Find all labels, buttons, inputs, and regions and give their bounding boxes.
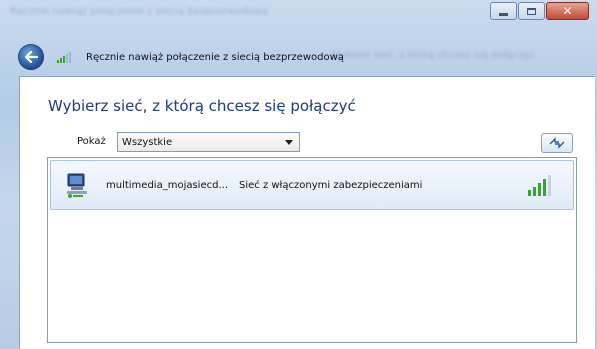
maximize-icon xyxy=(527,7,536,15)
window-title: Ręcznie nawiąż połączenie z siecią bezpr… xyxy=(86,51,344,63)
caption-buttons: ✕ xyxy=(490,2,589,20)
maximize-button[interactable] xyxy=(518,2,545,20)
nav-bar: Ręcznie nawiąż połączenie z siecią bezpr… xyxy=(18,44,344,70)
wireless-signal-icon xyxy=(57,52,71,63)
back-arrow-icon xyxy=(24,51,38,63)
minimize-icon xyxy=(499,12,508,16)
chevron-down-icon xyxy=(285,140,293,145)
filter-label: Pokaż xyxy=(77,136,106,147)
refresh-button[interactable] xyxy=(541,133,573,153)
network-list: multimedia_mojasiecd... Sieć z włączonym… xyxy=(47,157,577,343)
signal-strength-icon xyxy=(528,175,551,196)
network-security: Sieć z włączonymi zabezpieczeniami xyxy=(239,180,423,191)
close-icon: ✕ xyxy=(562,4,573,18)
window-frame: Ręcznie nawiąż połączenie z siecią bezpr… xyxy=(0,0,597,349)
refresh-icon xyxy=(549,137,565,149)
list-item-network[interactable]: multimedia_mojasiecd... Sieć z włączonym… xyxy=(50,160,574,210)
background-window-title: Ręcznie nawiąż połączenie z siecią bezpr… xyxy=(10,6,268,17)
page-title: Wybierz sieć, z którą chcesz się połączy… xyxy=(48,97,356,115)
filter-selected-value: Wszystkie xyxy=(122,136,173,148)
back-button[interactable] xyxy=(18,44,44,70)
network-filter-dropdown[interactable]: Wszystkie xyxy=(117,132,300,152)
content-panel: Wybierz sieć, z którą chcesz się połączy… xyxy=(19,76,595,349)
network-name: multimedia_mojasiecd... xyxy=(106,180,228,191)
background-window-hint: Wybierz sieć, z którą chcesz się połączy… xyxy=(330,50,536,61)
close-button[interactable]: ✕ xyxy=(546,2,589,20)
minimize-button[interactable] xyxy=(490,2,517,20)
network-computer-icon xyxy=(67,173,87,198)
